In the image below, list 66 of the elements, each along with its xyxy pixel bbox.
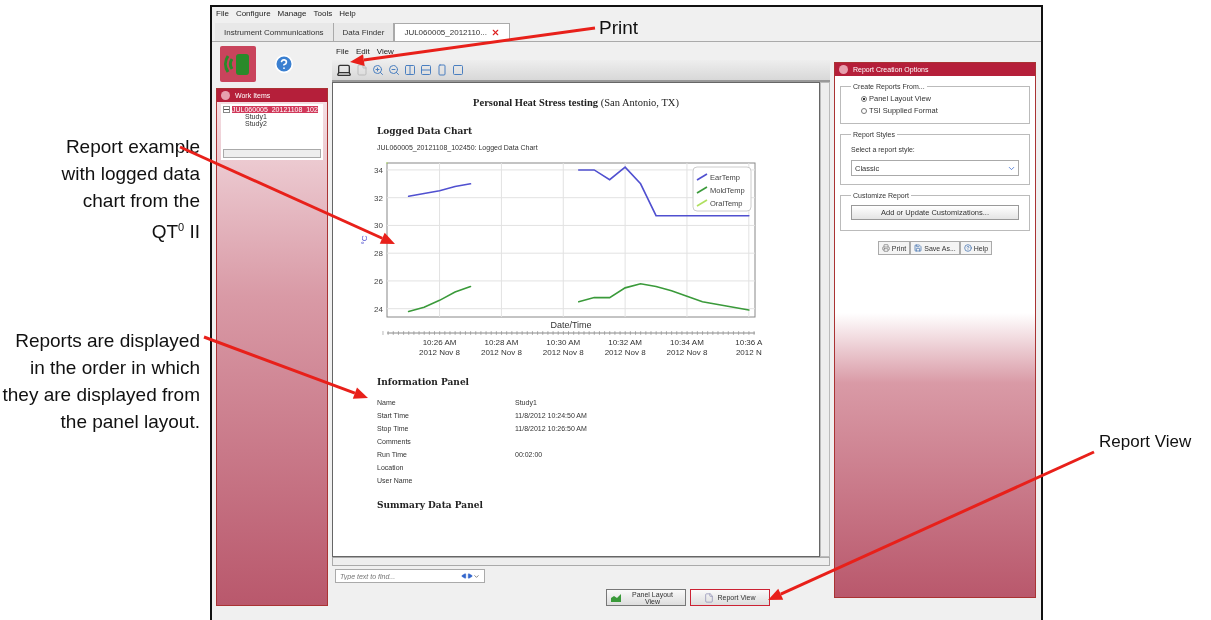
page-layout-icon[interactable] bbox=[404, 64, 416, 76]
collapse-icon[interactable] bbox=[221, 91, 230, 100]
x-tick-label: 10:30 AM 2012 Nov 8 bbox=[542, 338, 584, 357]
collapse-icon[interactable] bbox=[839, 65, 848, 74]
section-heading: Information Panel bbox=[377, 377, 471, 387]
callout-text: Report example with logged data chart from the QT$^{0}$ II bbox=[60, 135, 200, 245]
legend-swatch bbox=[696, 186, 708, 194]
laptop-icon[interactable] bbox=[336, 62, 352, 78]
section-heading: Summary Data Panel bbox=[377, 500, 484, 510]
x-tick-label: 10:32 AM 2012 Nov 8 bbox=[604, 338, 646, 357]
page-layout-icon[interactable] bbox=[452, 64, 464, 76]
callout-text: Print bbox=[599, 17, 639, 39]
menu-item[interactable]: Tools bbox=[313, 9, 333, 20]
help-icon[interactable] bbox=[274, 54, 294, 74]
zoom-out-icon[interactable] bbox=[388, 64, 400, 76]
y-axis-label: °C bbox=[360, 235, 369, 245]
callout-text: Reports are displayed in the order in which they are displayed from the panel layout. bbox=[1, 329, 200, 435]
chart-icon bbox=[611, 593, 621, 602]
tab-label: Instrument Communications bbox=[224, 27, 324, 37]
menu-item[interactable]: Edit bbox=[355, 47, 370, 58]
menu-item[interactable]: Help bbox=[339, 9, 356, 20]
report-title: Personal Heat Stress testing (San Antonio, TX) bbox=[472, 97, 680, 108]
zoom-in-icon[interactable] bbox=[372, 64, 384, 76]
y-tick-label: 32 bbox=[374, 193, 383, 203]
x-tick-label: 10:28 AM 2012 Nov 8 bbox=[480, 338, 522, 357]
dropdown-icon[interactable] bbox=[473, 572, 480, 580]
tab-label: Data Finder bbox=[342, 27, 385, 37]
page-icon[interactable] bbox=[356, 64, 368, 76]
x-tick-label: 10:36 A 2012 N bbox=[735, 338, 763, 357]
section-heading: Logged Data Chart bbox=[377, 126, 474, 136]
menu-item[interactable]: View bbox=[376, 47, 394, 58]
y-tick-label: 34 bbox=[374, 165, 383, 175]
page-icon bbox=[704, 592, 715, 603]
close-icon[interactable] bbox=[491, 28, 500, 37]
vertical-scrollbar[interactable] bbox=[820, 82, 830, 557]
page-layout-icon[interactable] bbox=[436, 64, 448, 76]
radio-button[interactable] bbox=[861, 95, 867, 102]
legend-swatch bbox=[696, 173, 708, 181]
chart-legend bbox=[692, 166, 752, 212]
legend-swatch bbox=[696, 199, 708, 207]
y-tick-label: 30 bbox=[374, 221, 383, 231]
menu-item[interactable]: File bbox=[336, 47, 349, 58]
help-icon bbox=[963, 244, 972, 252]
x-tick-label: 10:26 AM 2012 Nov 8 bbox=[419, 338, 461, 357]
page-layout-icon[interactable] bbox=[420, 64, 432, 76]
tab[interactable]: JUL060005_2012110... bbox=[394, 23, 510, 41]
tab-label: JUL060005_2012110... bbox=[404, 28, 487, 37]
tab[interactable]: Instrument Communications bbox=[215, 23, 334, 41]
previous-icon[interactable] bbox=[461, 573, 467, 579]
collapse-icon[interactable] bbox=[223, 106, 230, 113]
y-tick-label: 24 bbox=[374, 304, 383, 314]
callout-text: Report View bbox=[1099, 431, 1193, 453]
menu-item[interactable]: File bbox=[216, 9, 229, 20]
y-tick-label: 26 bbox=[374, 276, 383, 286]
save-icon bbox=[914, 244, 923, 252]
horizontal-scrollbar[interactable] bbox=[223, 149, 321, 158]
menu-item[interactable]: Configure bbox=[235, 9, 271, 20]
radio-button[interactable] bbox=[861, 107, 867, 114]
next-icon[interactable] bbox=[467, 573, 473, 579]
x-axis-label: Date/Time bbox=[550, 320, 592, 330]
print-icon bbox=[881, 244, 890, 252]
tab[interactable]: Data Finder bbox=[333, 23, 395, 41]
menu-item[interactable]: Manage bbox=[277, 9, 307, 20]
y-tick-label: 28 bbox=[374, 249, 383, 259]
x-tick-label: 10:34 AM 2012 Nov 8 bbox=[666, 338, 708, 357]
horizontal-scrollbar[interactable] bbox=[332, 557, 830, 566]
